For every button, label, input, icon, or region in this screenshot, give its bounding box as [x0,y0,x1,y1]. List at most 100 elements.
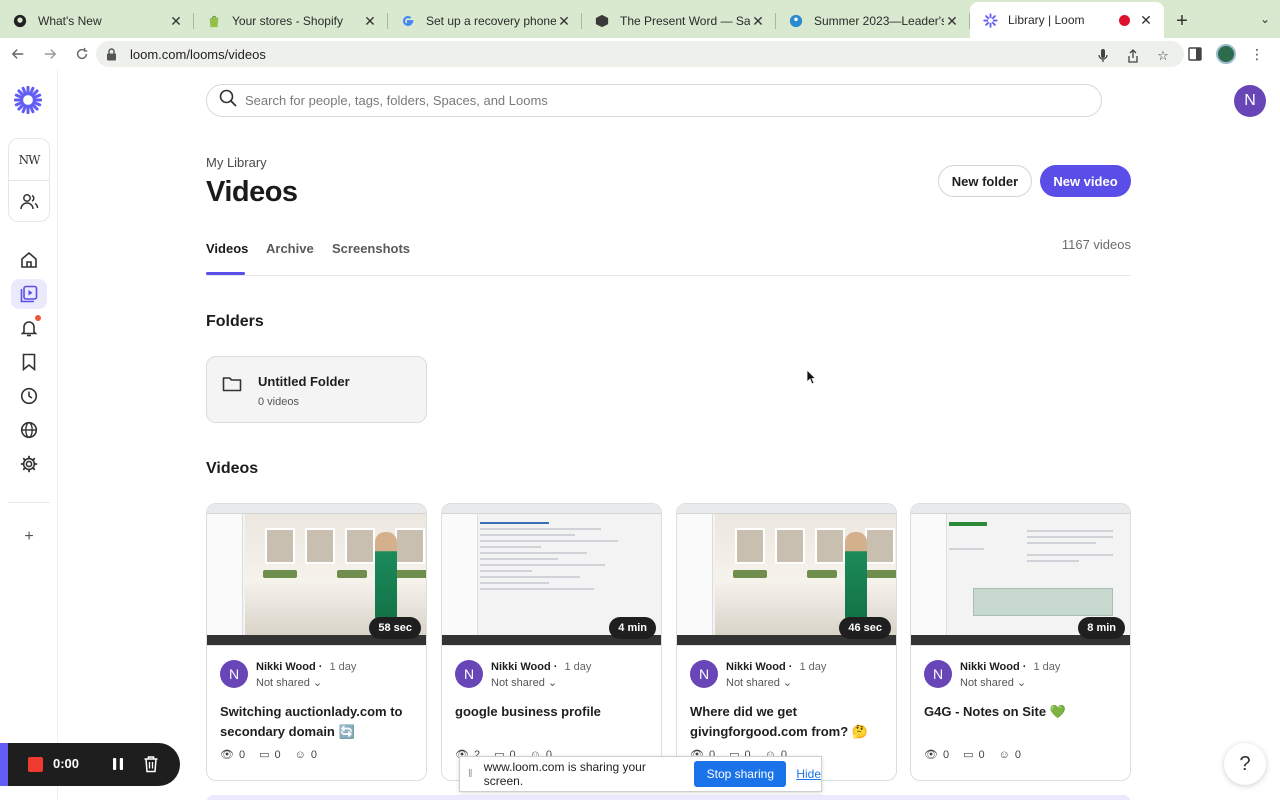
side-panel-icon[interactable] [1184,41,1206,67]
close-tab-icon[interactable]: ✕ [168,13,184,29]
close-tab-icon[interactable]: ✕ [556,13,572,29]
members-icon[interactable] [9,181,49,222]
history-icon[interactable] [11,381,47,411]
sharing-dropdown[interactable]: Not shared ⌄ [256,676,322,689]
video-card[interactable]: 58 sec N Nikki Wood · 1 day Not shared ⌄… [206,503,427,781]
sharing-dropdown[interactable]: Not shared ⌄ [491,676,557,689]
bookmark-star-icon[interactable]: ☆ [1152,45,1174,67]
pause-icon[interactable] [110,756,126,772]
video-stats: 👁 0 ▭ 0 ☺ 0 [924,748,1021,762]
video-thumbnail[interactable]: 8 min [911,504,1130,646]
video-thumbnail[interactable]: 46 sec [677,504,896,646]
browser-profile-avatar[interactable] [1216,44,1236,64]
browser-tab-strip: What's New ✕ Your stores - Shopify ✕ Set… [0,0,1280,38]
new-folder-button[interactable]: New folder [938,165,1032,197]
close-tab-icon[interactable]: ✕ [1138,12,1154,28]
lock-icon [106,47,120,61]
video-card[interactable]: 8 min N Nikki Wood · 1 day Not shared ⌄ … [910,503,1131,781]
tab-search-chevron-icon[interactable]: ⌄ [1260,12,1270,26]
workspace-switcher[interactable]: NW [8,138,50,222]
sharing-dropdown[interactable]: Not shared ⌄ [960,676,1026,689]
folder-card[interactable]: Untitled Folder 0 videos [206,356,427,423]
user-avatar[interactable]: N [1234,85,1266,117]
video-title[interactable]: google business profile [455,702,651,722]
close-tab-icon[interactable]: ✕ [944,13,960,29]
address-bar[interactable]: loom.com/looms/videos ☆ [96,41,1184,67]
github-icon [12,13,28,29]
video-age: 1 day [799,661,827,673]
new-tab-button[interactable]: + [1164,4,1200,38]
globe-icon[interactable] [11,415,47,445]
video-age: 1 day [564,661,592,673]
video-card[interactable]: 46 sec N Nikki Wood · 1 day Not shared ⌄… [676,503,897,781]
browser-tab[interactable]: Summer 2023—Leader's G ✕ [776,4,970,38]
hide-sharing-bar-link[interactable]: Hide [796,767,821,781]
video-owner[interactable]: Nikki Wood [960,661,1020,673]
loom-logo-icon[interactable] [13,85,43,115]
add-space-icon[interactable]: + [11,528,47,554]
video-thumbnail[interactable]: 4 min [442,504,661,646]
screen-sharing-bar: ‖ www.loom.com is sharing your screen. S… [459,756,822,792]
tab-videos[interactable]: Videos [206,241,248,256]
tab-title: What's New [38,14,102,28]
eye-icon: 👁 [220,749,234,761]
emoji-icon: ☺ [294,748,306,761]
new-video-button[interactable]: New video [1040,165,1131,197]
comments-stat: ▭ 0 [259,748,281,762]
chevron-down-icon: ⌄ [547,677,558,689]
search-input[interactable] [245,93,1065,108]
tab-title: The Present Word — Sante [620,14,750,28]
video-title[interactable]: Where did we get givingforgood.com from?… [690,702,886,742]
browser-menu-icon[interactable]: ⋮ [1246,41,1268,67]
close-tab-icon[interactable]: ✕ [362,13,378,29]
notifications-icon[interactable] [11,313,47,343]
avatar: N [220,660,248,688]
browser-tab[interactable]: What's New ✕ [0,4,194,38]
home-icon[interactable] [11,245,47,275]
stop-recording-button[interactable] [28,757,43,772]
video-duration: 8 min [1078,617,1125,639]
tab-screenshots[interactable]: Screenshots [332,241,410,256]
sharing-message: www.loom.com is sharing your screen. [483,760,646,788]
loom-sidebar: NW + [0,70,58,800]
breadcrumb[interactable]: My Library [206,155,267,170]
video-title[interactable]: Switching auctionlady.com to secondary d… [220,702,416,742]
drag-handle-icon[interactable]: ‖ [468,768,478,780]
recorder-drag-handle[interactable] [0,743,8,786]
close-tab-icon[interactable]: ✕ [750,13,766,29]
url-text: loom.com/looms/videos [130,46,266,62]
library-icon[interactable] [11,279,47,309]
bookmark-icon[interactable] [11,347,47,377]
videos-heading: Videos [206,460,259,477]
help-button[interactable]: ? [1224,743,1266,785]
stop-sharing-button[interactable]: Stop sharing [694,761,787,787]
workspace-logo[interactable]: NW [9,139,49,181]
browser-tab[interactable]: The Present Word — Sante ✕ [582,4,776,38]
microphone-icon[interactable] [1092,45,1114,67]
share-icon[interactable] [1122,45,1144,67]
video-card[interactable]: 4 min N Nikki Wood · 1 day Not shared ⌄ … [441,503,662,781]
video-owner[interactable]: Nikki Wood [256,661,316,673]
tab-archive[interactable]: Archive [266,241,314,256]
reload-icon[interactable] [68,40,96,68]
browser-tab[interactable]: Set up a recovery phone nu ✕ [388,4,582,38]
folder-name: Untitled Folder [258,374,350,389]
blue-globe-icon [788,13,804,29]
sharing-dropdown[interactable]: Not shared ⌄ [726,676,792,689]
video-owner[interactable]: Nikki Wood [726,661,786,673]
views-stat: 👁 0 [220,748,246,762]
recording-controls: 0:00 [0,743,180,786]
browser-tab-active[interactable]: Library | Loom ✕ [970,2,1164,38]
video-thumbnail[interactable]: 58 sec [207,504,426,646]
tab-title: Set up a recovery phone nu [426,14,556,28]
browser-tab[interactable]: Your stores - Shopify ✕ [194,4,388,38]
forward-icon[interactable] [36,40,64,68]
back-icon[interactable] [4,40,32,68]
trash-icon[interactable] [143,755,159,773]
video-owner[interactable]: Nikki Wood [491,661,551,673]
recording-timer: 0:00 [53,756,80,771]
settings-icon[interactable] [11,449,47,479]
video-title[interactable]: G4G - Notes on Site 💚 [924,702,1120,722]
search-bar[interactable] [206,84,1102,117]
chevron-down-icon: ⌄ [1016,677,1027,689]
